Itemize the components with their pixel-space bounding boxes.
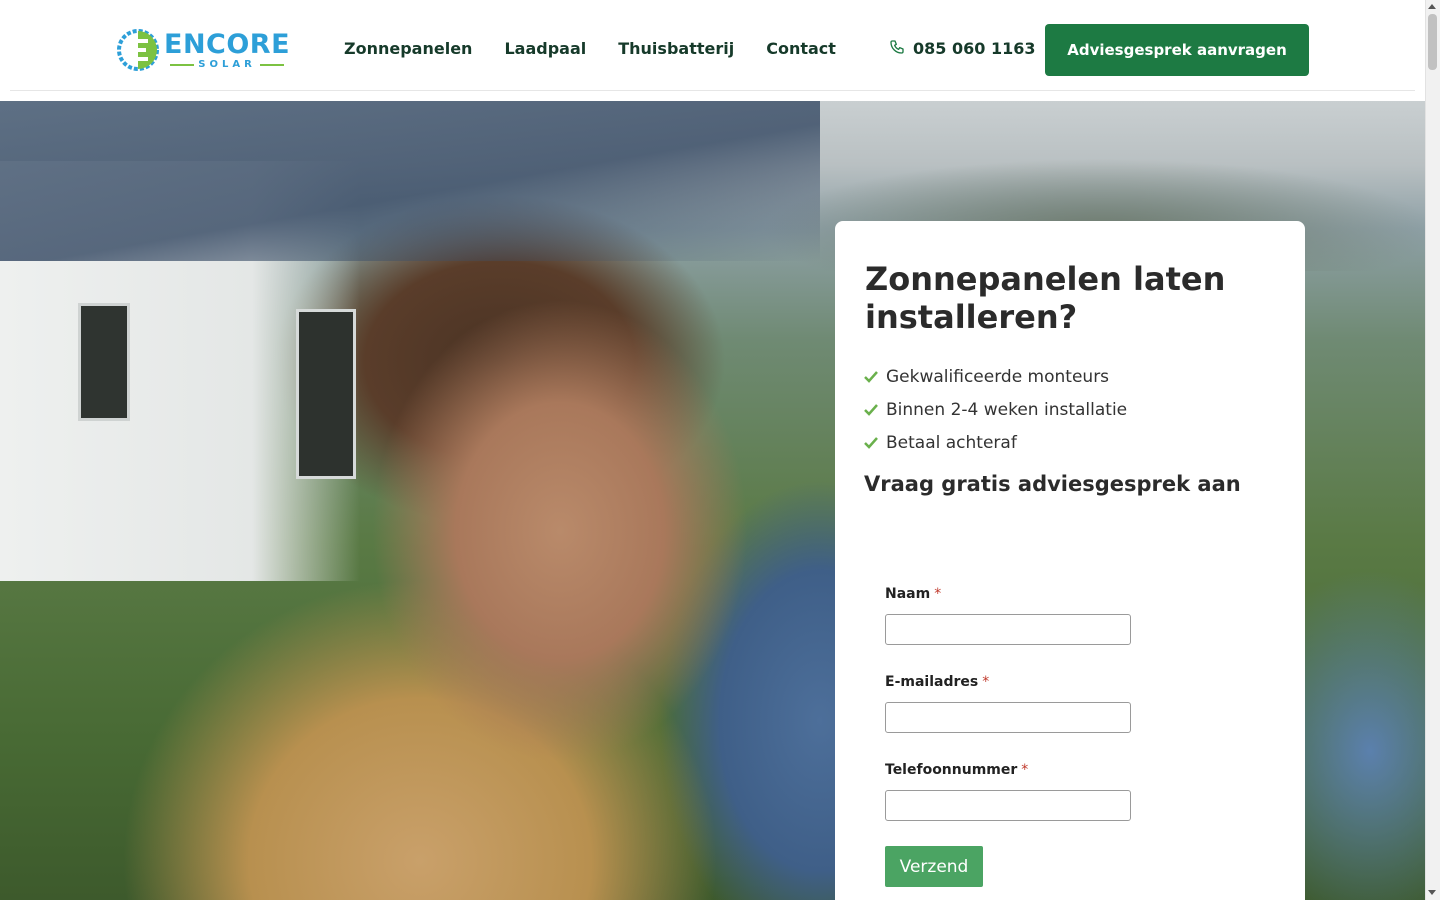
adviesgesprek-button[interactable]: Adviesgesprek aanvragen [1045,24,1309,76]
logo-word: ENCORE [164,28,291,60]
nav-link-contact[interactable]: Contact [766,38,836,60]
usp-item: Binnen 2-4 weken installatie [864,393,1127,426]
checkmark-icon [864,403,878,416]
hero-window [296,309,356,479]
name-input[interactable] [885,614,1131,645]
usp-text: Gekwalificeerde monteurs [886,366,1110,387]
usp-text: Betaal achteraf [886,432,1017,453]
checkmark-icon [864,370,878,383]
phone-input[interactable] [885,790,1131,821]
scroll-down-arrow-icon[interactable] [1428,890,1436,895]
site-header: ENCORE SOLAR Zonnepanelen Laadpaal Thuis… [0,0,1425,100]
main-nav: Zonnepanelen Laadpaal Thuisbatterij Cont… [344,38,836,60]
checkmark-icon [864,436,878,449]
logo-sub: SOLAR [198,58,256,70]
hero-title: Zonnepanelen laten installeren? [865,260,1226,336]
usp-item: Gekwalificeerde monteurs [864,360,1127,393]
hero-roof-solar-panels [0,101,820,261]
logo[interactable]: ENCORE SOLAR [116,27,290,73]
submit-button[interactable]: Verzend [885,846,983,887]
phone-link[interactable]: 085 060 1163 [889,38,1035,60]
phone-number: 085 060 1163 [913,39,1036,58]
usp-text: Binnen 2-4 weken installatie [886,399,1128,420]
encore-solar-logo-icon [116,28,160,72]
logo-text: ENCORE SOLAR [164,28,291,70]
nav-link-thuisbatterij[interactable]: Thuisbatterij [618,38,734,60]
usp-list: Gekwalificeerde monteurs Binnen 2-4 weke… [864,360,1127,459]
phone-label: Telefoonnummer * [885,762,1029,778]
usp-item: Betaal achteraf [864,426,1127,459]
scrollbar[interactable] [1425,0,1440,900]
email-input[interactable] [885,702,1131,733]
nav-link-laadpaal[interactable]: Laadpaal [504,38,586,60]
email-label: E-mailadres * [885,674,990,690]
hero-window [78,303,130,421]
form-title: Vraag gratis adviesgesprek aan [864,472,1241,496]
header-divider [10,90,1415,91]
scroll-up-arrow-icon[interactable] [1428,4,1436,9]
scrollbar-thumb[interactable] [1428,14,1437,70]
nav-link-zonnepanelen[interactable]: Zonnepanelen [344,38,472,60]
phone-icon [889,39,905,59]
name-label: Naam * [885,586,942,602]
